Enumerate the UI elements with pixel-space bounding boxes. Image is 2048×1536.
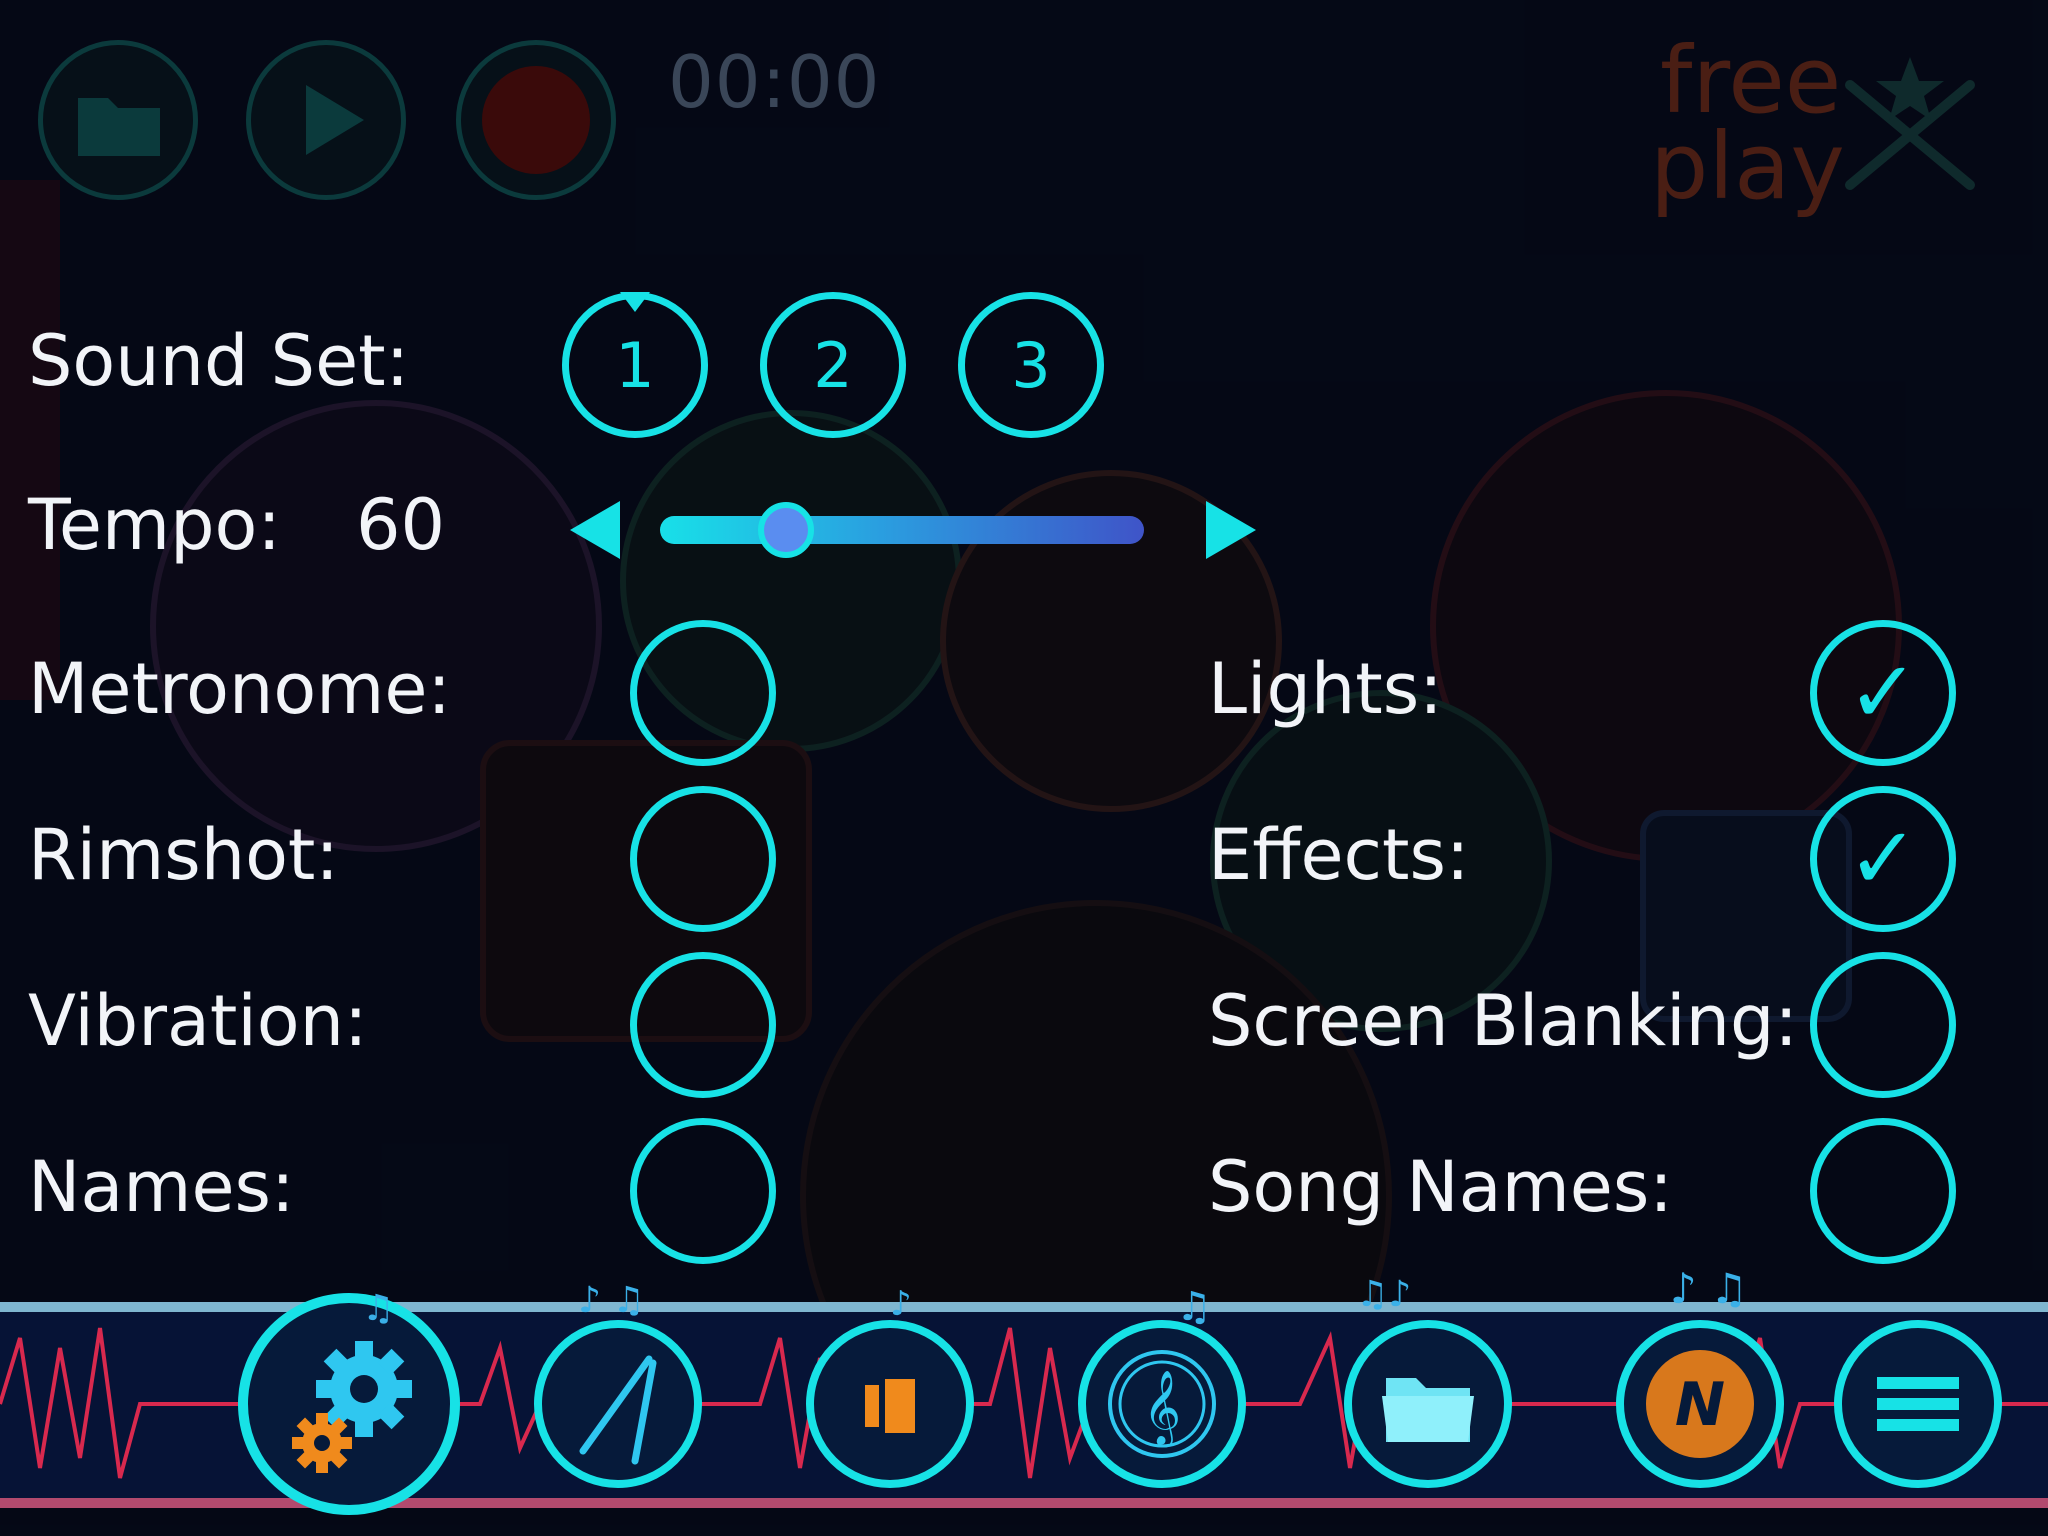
names-label: Names: (28, 1146, 295, 1228)
logo-play-text: play (1650, 113, 1845, 220)
treble-clef-icon: 𝄞 (1108, 1350, 1216, 1458)
stop-play-icon (865, 1379, 915, 1433)
open-folder-button[interactable] (38, 40, 198, 200)
tempo-slider-track[interactable] (660, 516, 1144, 544)
song-names-label: Song Names: (1208, 1146, 1673, 1228)
folder-icon (1382, 1378, 1474, 1442)
tempo-slider-knob[interactable] (757, 502, 814, 558)
vibration-toggle[interactable] (630, 952, 776, 1098)
crossed-drumsticks-star-icon (1845, 57, 1975, 190)
svg-text:N: N (1675, 1370, 1725, 1440)
sound-set-label: Sound Set: (28, 320, 410, 402)
metronome-label: Metronome: (28, 648, 452, 730)
tempo-value: 60 (356, 484, 446, 566)
music-note-icon: ♫♪ (1356, 1274, 1412, 1315)
tempo-decrease-arrow-icon[interactable] (566, 495, 626, 565)
settings-icon (292, 1341, 412, 1473)
n-logo-icon: N (1646, 1350, 1754, 1458)
bottom-toolbar: 𝄞 N ♫ ♪ ♫ ♪ ♫ ♫♪ ♪ ♫ (0, 1264, 2048, 1515)
music-note-icon: ♫ (1176, 1284, 1212, 1330)
record-icon (482, 66, 590, 174)
timer-display: 00:00 (668, 40, 881, 124)
menu-icon (1877, 1377, 1959, 1431)
effects-label: Effects: (1208, 814, 1470, 896)
sound-set-3-button[interactable]: 3 (958, 292, 1104, 438)
folder-button[interactable] (1344, 1320, 1512, 1488)
settings-button[interactable] (238, 1293, 460, 1515)
sound-set-2-button[interactable]: 2 (760, 292, 906, 438)
drumsticks-button[interactable] (534, 1320, 702, 1488)
sound-set-1-label: 1 (615, 328, 655, 402)
checkmark-icon: ✓ (1846, 643, 1920, 743)
rimshot-toggle[interactable] (630, 786, 776, 932)
tempo-label: Tempo: (28, 484, 281, 566)
sound-set-2-label: 2 (813, 328, 853, 402)
names-toggle[interactable] (630, 1118, 776, 1264)
tempo-increase-arrow-icon[interactable] (1200, 495, 1260, 565)
vibration-label: Vibration: (28, 980, 368, 1062)
song-names-toggle[interactable] (1810, 1118, 1956, 1264)
checkmark-icon: ✓ (1846, 809, 1920, 909)
lights-label: Lights: (1208, 648, 1443, 730)
folder-icon (78, 98, 160, 156)
svg-text:𝄞: 𝄞 (1143, 1371, 1181, 1448)
music-note-icon: ♫ (362, 1288, 395, 1329)
metronome-toggle[interactable] (630, 620, 776, 766)
stop-play-button[interactable] (806, 1320, 974, 1488)
sound-set-3-label: 3 (1011, 328, 1051, 402)
n-app-button[interactable]: N (1616, 1320, 1784, 1488)
screen-blanking-toggle[interactable] (1810, 952, 1956, 1098)
screen-blanking-label: Screen Blanking: (1208, 980, 1799, 1062)
music-note-icon: ♪ ♫ (578, 1280, 645, 1321)
songs-button[interactable]: 𝄞 (1078, 1320, 1246, 1488)
drumsticks-icon (579, 1355, 657, 1465)
freeplay-logo: free play (1650, 35, 1990, 225)
selected-indicator-icon (620, 292, 650, 312)
play-icon (306, 85, 364, 155)
menu-button[interactable] (1834, 1320, 2002, 1488)
play-button[interactable] (246, 40, 406, 200)
rimshot-label: Rimshot: (28, 814, 339, 896)
music-note-icon: ♪ ♫ (1670, 1264, 1748, 1313)
lights-toggle[interactable]: ✓ (1810, 620, 1956, 766)
effects-toggle[interactable]: ✓ (1810, 786, 1956, 932)
record-button[interactable] (456, 40, 616, 200)
music-note-icon: ♪ (890, 1284, 912, 1324)
